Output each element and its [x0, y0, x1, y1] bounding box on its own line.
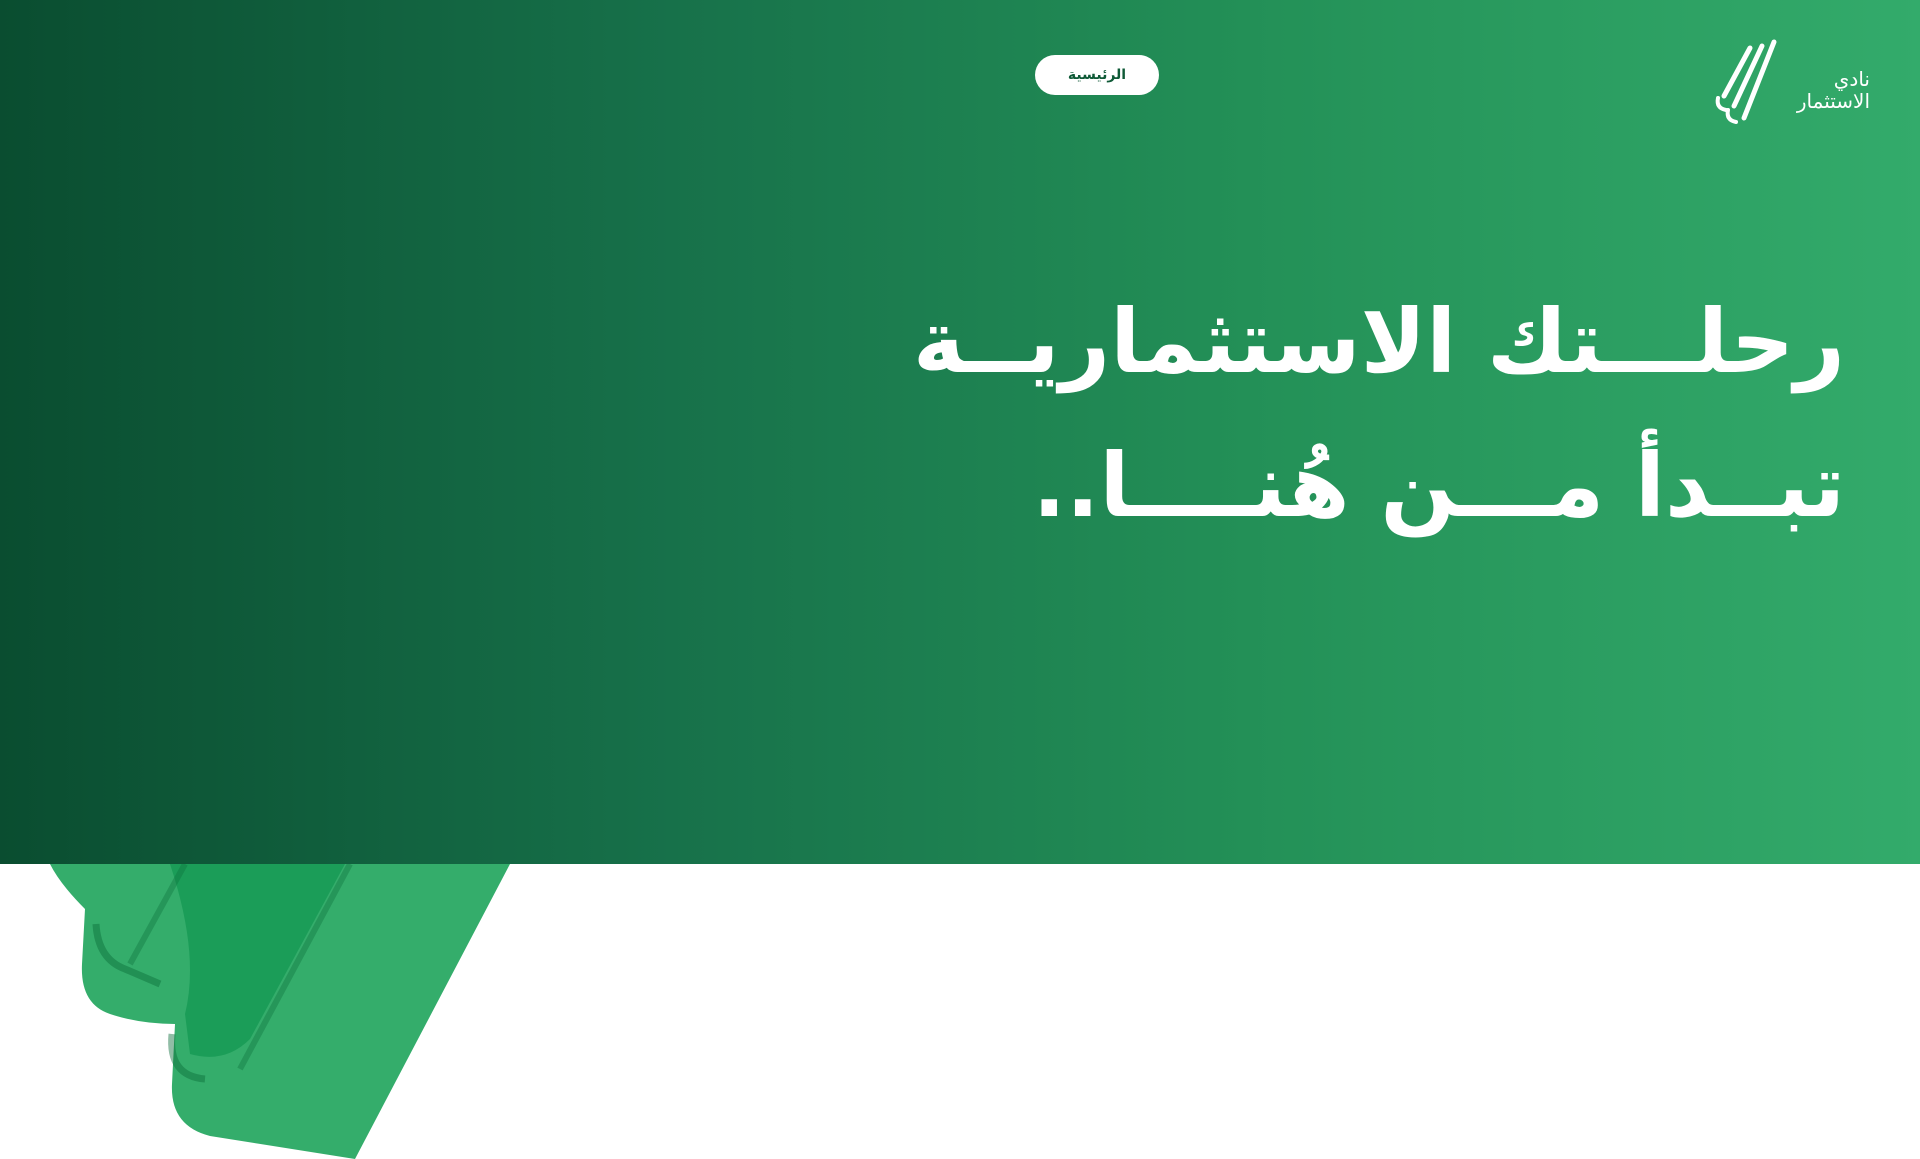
brand-name: نادي الاستثمار — [1797, 68, 1870, 112]
nav-home-button[interactable]: الرئيسية — [1035, 55, 1159, 95]
brand-name-line1: نادي — [1833, 67, 1870, 91]
site-logo[interactable]: نادي الاستثمار — [1710, 38, 1870, 138]
brand-name-line2: الاستثمار — [1796, 89, 1870, 113]
hero-headline: رحلـــتك الاستثماريــة تبــدأ مـــن هُنـ… — [845, 270, 1845, 558]
decorative-logo-shape — [50, 864, 510, 1159]
hero-headline-line2: تبــدأ مـــن هُنــــا.. — [1032, 434, 1845, 537]
hero-section: نادي الاستثمار الرئيسية رحلـــتك الاستثم… — [0, 0, 1920, 864]
hero-headline-line1: رحلـــتك الاستثماريــة — [912, 290, 1845, 393]
triple-slash-logo-icon — [1715, 39, 1777, 124]
